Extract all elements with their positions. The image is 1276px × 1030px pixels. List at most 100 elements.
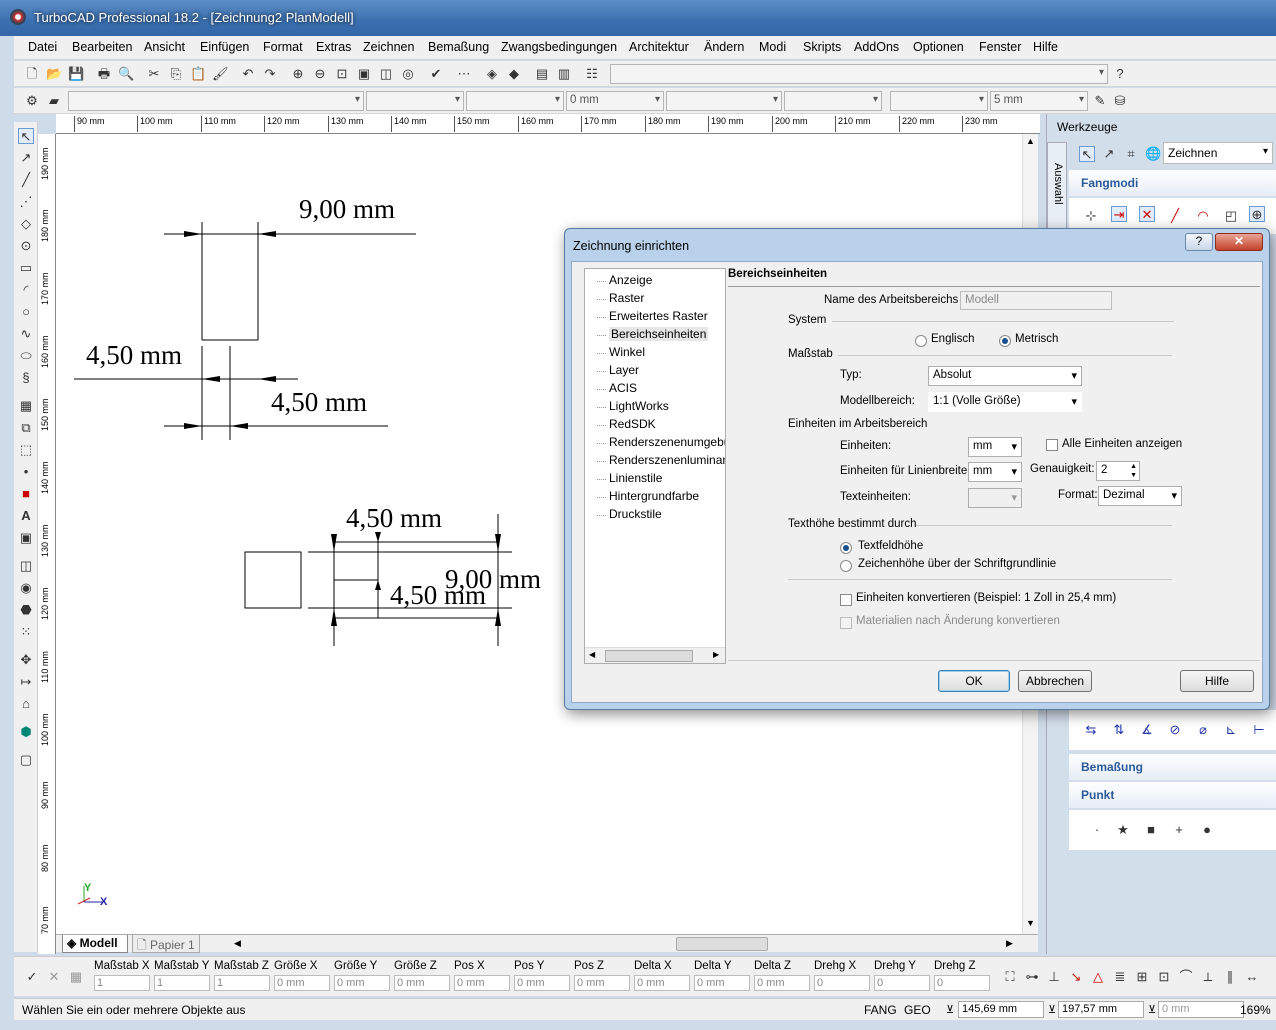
snap-vertex-icon[interactable]: ⊹	[1083, 208, 1099, 224]
perpendicular-icon[interactable]: ⟂	[1200, 969, 1216, 985]
ellipse-icon[interactable]: ⬭	[18, 348, 34, 364]
zoom-in-icon[interactable]: ⊕	[290, 66, 306, 82]
menu-bemassung[interactable]: Bemaßung	[428, 40, 489, 54]
select-tool-icon[interactable]: ↖	[1079, 146, 1095, 162]
close-icon[interactable]: ✕	[1215, 233, 1263, 251]
tree-item[interactable]: Renderszenenumgebung	[597, 435, 725, 449]
tree-item[interactable]: Bereichseinheiten	[596, 327, 709, 341]
menu-aendern[interactable]: Ändern	[704, 40, 744, 54]
menu-addons[interactable]: AddOns	[854, 40, 899, 54]
inspector-field[interactable]: 0	[874, 975, 930, 991]
print-icon[interactable]: 🖶	[96, 66, 112, 82]
print-preview-icon[interactable]: 🔍	[118, 66, 134, 82]
tree-scroll-thumb[interactable]	[605, 650, 693, 662]
tab-model[interactable]: ◈ Modell	[62, 935, 128, 953]
scroll-right-icon[interactable]: ▶	[1006, 938, 1013, 949]
3d-sphere-icon[interactable]: ◉	[18, 580, 34, 596]
context-help-icon[interactable]: ?	[1112, 66, 1128, 82]
constraint-icon[interactable]: ⊶	[1024, 969, 1040, 985]
einheiten-select[interactable]: mm	[968, 437, 1022, 457]
dimension-label[interactable]: 4,50 mm	[271, 387, 367, 418]
group-icon[interactable]: ⧉	[18, 420, 34, 436]
line-tool-icon[interactable]: ╱	[18, 172, 34, 188]
layer-color-icon[interactable]: ▰	[46, 93, 62, 109]
dim-diameter-icon[interactable]: ⌀	[1195, 722, 1211, 738]
inspector-field[interactable]: 0 mm	[694, 975, 750, 991]
cut-icon[interactable]: ✂	[146, 66, 162, 82]
3d-cylinder-icon[interactable]: ⬣	[18, 602, 34, 618]
snap-quadrant-icon[interactable]: ◰	[1223, 208, 1239, 224]
dim-ordinate-icon[interactable]: ⊾	[1223, 722, 1239, 738]
z-coordinate[interactable]: 0 mm	[1158, 1001, 1244, 1018]
new-file-icon[interactable]: 🗋	[24, 66, 40, 82]
dim-vertical-icon[interactable]: ⇅	[1111, 722, 1127, 738]
konvertieren-checkbox[interactable]	[840, 594, 852, 606]
dim-radius-icon[interactable]: ⊘	[1167, 722, 1183, 738]
inspector-field[interactable]: 1	[94, 975, 150, 991]
point-circle-icon[interactable]: ●	[1199, 822, 1215, 838]
inspector-field[interactable]: 0 mm	[574, 975, 630, 991]
menu-zeichnen[interactable]: Zeichnen	[363, 40, 414, 54]
dimension-label[interactable]: 4,50 mm	[346, 503, 442, 534]
tree-item[interactable]: Druckstile	[597, 507, 662, 521]
menu-ansicht[interactable]: Ansicht	[144, 40, 185, 54]
parallel-icon[interactable]: ∥	[1222, 969, 1238, 985]
dim-horizontal-icon[interactable]: ⇆	[1083, 722, 1099, 738]
hatch-icon[interactable]: ▦	[18, 398, 34, 414]
scroll-left-icon[interactable]: ◀	[234, 938, 241, 949]
dimension-label[interactable]: 9,00 mm	[299, 194, 395, 225]
inspector-field[interactable]: 0 mm	[514, 975, 570, 991]
snap-arc-icon[interactable]: ◠	[1195, 208, 1211, 224]
pen-check-icon[interactable]: ✎	[1092, 93, 1108, 109]
open-folder-icon[interactable]: 📂	[46, 66, 62, 82]
tangent-icon[interactable]: ⌒	[1178, 969, 1194, 985]
grid-snap-icon[interactable]: ⊡	[1156, 969, 1172, 985]
tree-item[interactable]: Layer	[596, 363, 639, 377]
cancel-icon[interactable]: ✕	[46, 969, 62, 985]
finish-icon[interactable]: ✓	[24, 969, 40, 985]
menu-bearbeiten[interactable]: Bearbeiten	[72, 40, 132, 54]
tree-item[interactable]: RedSDK	[597, 417, 656, 431]
triangle-icon[interactable]: △	[1090, 969, 1106, 985]
snap-center-icon[interactable]: ⊕	[1249, 206, 1265, 222]
design-director-icon[interactable]: ▥	[556, 66, 572, 82]
ortho-icon[interactable]: ⊥	[1046, 969, 1062, 985]
dimension-label[interactable]: 4,50 mm	[86, 340, 182, 371]
scroll-up-icon[interactable]: ▲	[1026, 136, 1035, 146]
snap-line-icon[interactable]: ╱	[1167, 208, 1183, 224]
scroll-down-icon[interactable]: ▼	[1026, 918, 1035, 928]
redo-icon[interactable]: ↷	[262, 66, 278, 82]
spell-check-icon[interactable]: ✔	[428, 66, 444, 82]
help-question-button[interactable]: ?	[1185, 233, 1213, 251]
radio-englisch[interactable]	[915, 335, 927, 347]
layer-combo[interactable]	[68, 91, 364, 111]
block-icon[interactable]: ⬚	[18, 442, 34, 458]
menu-datei[interactable]: Datei	[28, 40, 57, 54]
zoom-page-icon[interactable]: ◫	[378, 66, 394, 82]
inspector-field[interactable]: 0 mm	[394, 975, 450, 991]
style-icon[interactable]: ⛁	[1112, 93, 1128, 109]
zoom-window-icon[interactable]: ⊡	[334, 66, 350, 82]
fill-icon[interactable]: ■	[18, 486, 34, 502]
menu-format[interactable]: Format	[263, 40, 303, 54]
inspector-field[interactable]: 0 mm	[634, 975, 690, 991]
menu-architektur[interactable]: Architektur	[629, 40, 689, 54]
dim-baseline-icon[interactable]: ⊢	[1251, 722, 1267, 738]
architecture-icon[interactable]: ⌂	[18, 696, 34, 712]
rectangle-icon[interactable]: ▭	[18, 260, 34, 276]
menu-hilfe[interactable]: Hilfe	[1033, 40, 1058, 54]
3d-box-icon[interactable]: ◫	[18, 558, 34, 574]
point-star-icon[interactable]: ★	[1115, 822, 1131, 838]
inspector-field[interactable]: 1	[214, 975, 270, 991]
dim-angle-icon[interactable]: ∡	[1139, 722, 1155, 738]
curve-icon[interactable]: ∿	[18, 326, 34, 342]
misc-tool-icon[interactable]: ▢	[18, 752, 34, 768]
text-size-combo[interactable]: 5 mm	[990, 91, 1088, 111]
typ-select[interactable]: Absolut	[928, 366, 1082, 386]
hilfe-button[interactable]: Hilfe	[1180, 670, 1254, 692]
circle-icon[interactable]: ○	[18, 304, 34, 320]
undo-icon[interactable]: ↶	[240, 66, 256, 82]
spinner-arrows-icon[interactable]: ▲ ▼	[1130, 462, 1137, 480]
tree-item[interactable]: Renderszenenluminanz	[596, 453, 725, 467]
menu-fenster[interactable]: Fenster	[979, 40, 1021, 54]
